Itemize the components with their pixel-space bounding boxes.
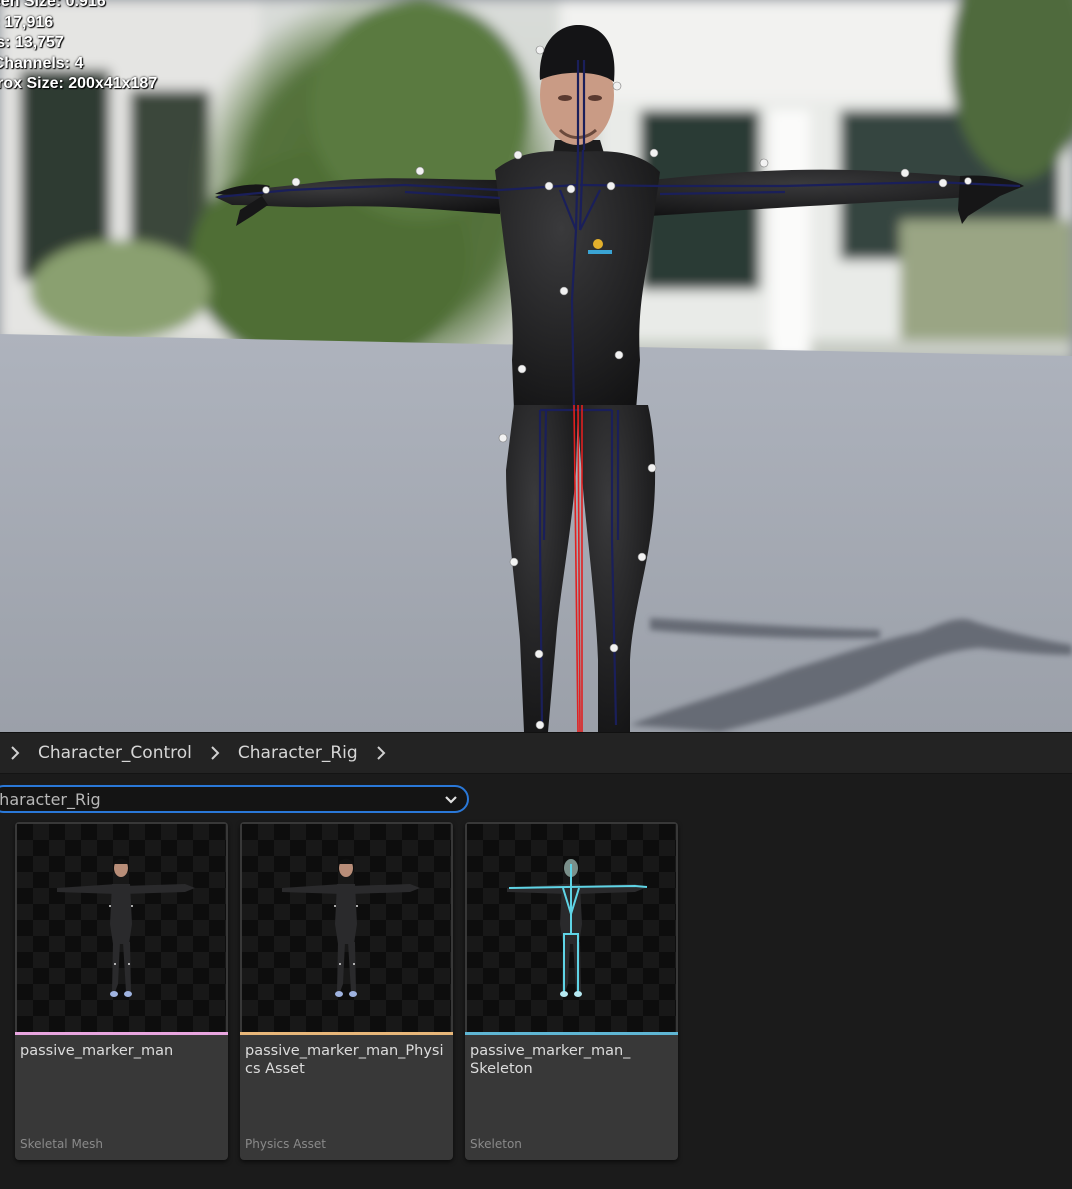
asset-thumbnail (467, 824, 676, 1032)
chevron-right-icon[interactable] (4, 746, 26, 760)
asset-type-color-bar (15, 1032, 228, 1035)
stat-tris: Tris: 17,916 (0, 13, 54, 31)
stat-verts: Verts: 13,757 (0, 34, 64, 52)
asset-type-label: Physics Asset (245, 1137, 326, 1151)
stat-screen-size: Screen Size: 0.916 (0, 0, 106, 10)
asset-thumbnail (17, 824, 226, 1032)
character-thumbnail-icon (57, 858, 195, 997)
asset-type-label: Skeletal Mesh (20, 1137, 104, 1151)
path-row: Character_Rig (0, 782, 1072, 816)
asset-type-label: Skeleton (470, 1137, 522, 1151)
path-dropdown[interactable]: Character_Rig (0, 785, 469, 813)
asset-tile-physics-asset[interactable]: passive_marker_man_Physics Asset Physics… (240, 822, 453, 1160)
character-thumbnail-icon (282, 858, 420, 997)
chevron-right-icon[interactable] (204, 746, 226, 760)
asset-thumbnail (242, 824, 451, 1032)
asset-name: passive_marker_man_ Skeleton (470, 1043, 631, 1077)
chevron-right-icon[interactable] (370, 746, 392, 760)
breadcrumb-item-character-control[interactable]: Character_Control (26, 743, 204, 763)
stat-uv-channels: UV Channels: 4 (0, 54, 84, 72)
asset-type-color-bar (465, 1032, 678, 1035)
content-browser: Character_Control Character_Rig Characte… (0, 732, 1072, 1189)
breadcrumb-item-character-rig[interactable]: Character_Rig (226, 743, 370, 763)
asset-tile-skeletal-mesh[interactable]: passive_marker_man Skeletal Mesh (15, 822, 228, 1160)
asset-name: passive_marker_man_Physics Asset (245, 1043, 444, 1077)
scene-render (0, 0, 1072, 732)
asset-type-color-bar (240, 1032, 453, 1035)
asset-grid: passive_marker_man Skeletal Mesh passive… (0, 822, 1072, 1162)
breadcrumb: Character_Control Character_Rig (0, 732, 1072, 774)
skeleton-thumbnail-icon (507, 859, 648, 997)
path-dropdown-value: Character_Rig (0, 789, 101, 809)
chevron-down-icon[interactable] (444, 792, 458, 811)
viewport[interactable]: Screen Size: 0.916 Tris: 17,916 Verts: 1… (0, 0, 1072, 732)
asset-name: passive_marker_man (20, 1043, 174, 1059)
stat-approx-size: Approx Size: 200x41x187 (0, 75, 158, 93)
viewport-stats: Screen Size: 0.916 Tris: 17,916 Verts: 1… (0, 0, 157, 95)
asset-tile-skeleton[interactable]: passive_marker_man_ Skeleton Skeleton (465, 822, 678, 1160)
